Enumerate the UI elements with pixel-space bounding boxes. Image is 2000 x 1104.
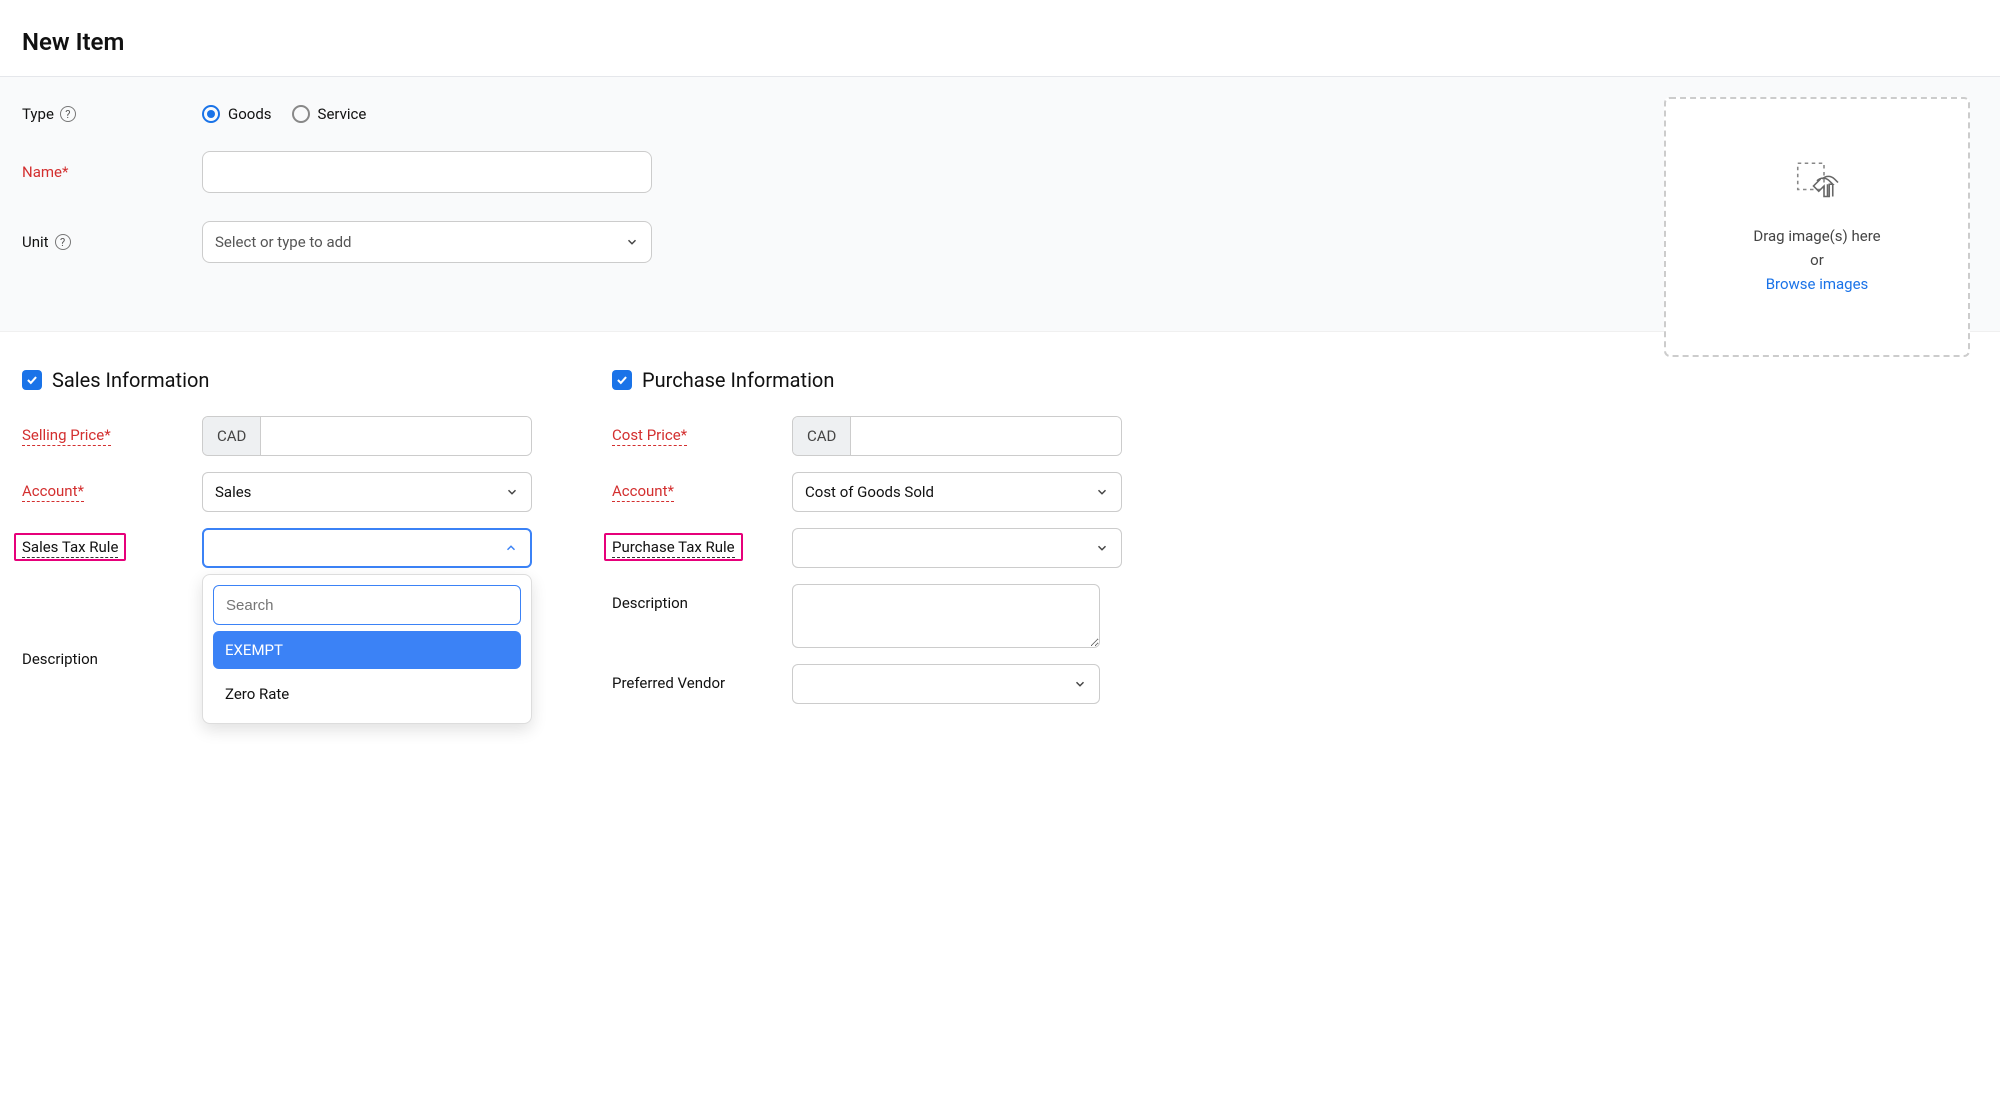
purchase-checkbox[interactable] — [612, 370, 632, 390]
purchase-tax-rule-select[interactable] — [792, 528, 1122, 568]
purchase-account-row: Account* Cost of Goods Sold — [612, 472, 1142, 512]
unit-row: Unit ? Select or type to add — [22, 221, 722, 263]
chevron-down-icon — [505, 485, 519, 499]
sales-header: Sales Information — [22, 368, 552, 392]
sales-tax-rule-select[interactable] — [202, 528, 532, 568]
name-label: Name* — [22, 163, 68, 181]
name-label-wrap: Name* — [22, 163, 202, 181]
sales-account-select[interactable]: Sales — [202, 472, 532, 512]
sales-account-label: Account* — [22, 482, 84, 502]
purchase-account-label: Account* — [612, 482, 674, 502]
radio-service-label: Service — [318, 105, 367, 123]
type-row: Type ? Goods Service — [22, 105, 722, 123]
purchase-account-select[interactable]: Cost of Goods Sold — [792, 472, 1122, 512]
selling-price-input[interactable] — [261, 417, 531, 455]
cost-price-row: Cost Price* CAD — [612, 416, 1142, 456]
unit-placeholder: Select or type to add — [215, 233, 352, 251]
chevron-down-icon — [1073, 677, 1087, 691]
purchase-account-label-wrap: Account* — [612, 472, 792, 502]
info-columns: Sales Information Selling Price* CAD Acc… — [0, 332, 2000, 756]
chevron-down-icon — [1095, 541, 1109, 555]
cost-price-label-wrap: Cost Price* — [612, 416, 792, 446]
unit-label-wrap: Unit ? — [22, 233, 202, 251]
selling-currency-prefix: CAD — [203, 417, 261, 455]
help-icon[interactable]: ? — [60, 106, 76, 122]
cost-price-input[interactable] — [851, 417, 1121, 455]
dropdown-search-input[interactable] — [213, 585, 521, 625]
name-input[interactable] — [202, 151, 652, 193]
sales-checkbox[interactable] — [22, 370, 42, 390]
type-label-text: Type — [22, 105, 54, 123]
radio-circle-service — [292, 105, 310, 123]
chevron-up-icon — [504, 541, 518, 555]
image-dropzone[interactable]: Drag image(s) here or Browse images — [1664, 97, 1970, 357]
cost-price-input-wrap: CAD — [792, 416, 1122, 456]
purchase-header: Purchase Information — [612, 368, 1142, 392]
chevron-down-icon — [1095, 485, 1109, 499]
dropzone-or: or — [1753, 248, 1880, 272]
help-icon[interactable]: ? — [55, 234, 71, 250]
sales-tax-dropdown: EXEMPT Zero Rate — [202, 574, 532, 724]
cost-currency-prefix: CAD — [793, 417, 851, 455]
type-radio-group: Goods Service — [202, 105, 366, 123]
chevron-down-icon — [625, 235, 639, 249]
dropdown-option-exempt[interactable]: EXEMPT — [213, 631, 521, 669]
dropzone-icon — [1789, 158, 1845, 214]
unit-label: Unit — [22, 233, 49, 251]
dropzone-line1: Drag image(s) here — [1753, 224, 1880, 248]
preferred-vendor-row: Preferred Vendor — [612, 664, 1142, 704]
selling-price-input-wrap: CAD — [202, 416, 532, 456]
highlight-purchase-tax: Purchase Tax Rule — [604, 533, 743, 561]
top-section: Type ? Goods Service Name* — [0, 76, 2000, 332]
purchase-tax-rule-label-wrap: Purchase Tax Rule — [612, 528, 792, 558]
sales-account-label-wrap: Account* — [22, 472, 202, 502]
highlight-sales-tax: Sales Tax Rule — [14, 533, 126, 561]
purchase-column: Purchase Information Cost Price* CAD Acc… — [612, 368, 1142, 720]
name-row: Name* — [22, 151, 722, 193]
page-title: New Item — [0, 0, 2000, 76]
radio-circle-goods — [202, 105, 220, 123]
type-label: Type ? — [22, 105, 202, 123]
purchase-description-textarea[interactable] — [792, 584, 1100, 648]
preferred-vendor-label: Preferred Vendor — [612, 664, 792, 692]
radio-goods[interactable]: Goods — [202, 105, 272, 123]
purchase-description-label: Description — [612, 584, 792, 612]
purchase-title: Purchase Information — [642, 368, 834, 392]
purchase-account-value: Cost of Goods Sold — [805, 483, 934, 501]
selling-price-label-wrap: Selling Price* — [22, 416, 202, 446]
unit-select[interactable]: Select or type to add — [202, 221, 652, 263]
dropdown-option-zero-rate[interactable]: Zero Rate — [213, 675, 521, 713]
sales-title: Sales Information — [52, 368, 209, 392]
sales-account-row: Account* Sales — [22, 472, 552, 512]
radio-service[interactable]: Service — [292, 105, 367, 123]
sales-tax-rule-label: Sales Tax Rule — [22, 538, 118, 558]
purchase-description-row: Description — [612, 584, 1142, 648]
radio-goods-label: Goods — [228, 105, 272, 123]
selling-price-label: Selling Price* — [22, 426, 111, 446]
purchase-tax-rule-label: Purchase Tax Rule — [612, 538, 735, 558]
sales-account-value: Sales — [215, 483, 251, 501]
preferred-vendor-select[interactable] — [792, 664, 1100, 704]
sales-tax-rule-label-wrap: Sales Tax Rule — [22, 528, 202, 558]
selling-price-row: Selling Price* CAD — [22, 416, 552, 456]
browse-images-link[interactable]: Browse images — [1753, 272, 1880, 296]
dropzone-text: Drag image(s) here or Browse images — [1753, 224, 1880, 296]
sales-column: Sales Information Selling Price* CAD Acc… — [22, 368, 552, 720]
cost-price-label: Cost Price* — [612, 426, 687, 446]
sales-description-label: Description — [22, 640, 202, 668]
sales-tax-rule-row: Sales Tax Rule EXEMPT Zero Rate — [22, 528, 552, 724]
purchase-tax-rule-row: Purchase Tax Rule — [612, 528, 1142, 568]
